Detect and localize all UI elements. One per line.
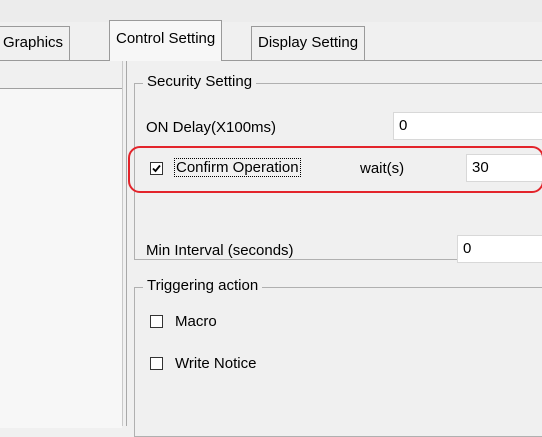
- triggering-action-title: Triggering action: [143, 277, 263, 294]
- tab-control-setting-label: Control Setting: [116, 30, 216, 47]
- write-notice-checkbox[interactable]: [150, 357, 163, 370]
- min-interval-value: 0: [463, 240, 472, 257]
- wait-seconds-value: 30: [472, 159, 489, 176]
- confirm-operation-label[interactable]: Confirm Operation: [174, 158, 301, 177]
- min-interval-label: Min Interval (seconds): [146, 242, 294, 259]
- macro-checkbox[interactable]: [150, 315, 163, 328]
- on-delay-label: ON Delay(X100ms): [146, 119, 277, 136]
- tab-display-setting[interactable]: Display Setting: [251, 26, 366, 60]
- wait-seconds-field[interactable]: 30: [466, 154, 542, 182]
- tab-graphics[interactable]: Graphics: [0, 26, 71, 60]
- tab-baseline: [0, 60, 542, 61]
- check-mark-icon: [152, 164, 161, 173]
- security-setting-title: Security Setting: [143, 73, 257, 90]
- confirm-operation-checkbox[interactable]: [150, 162, 163, 175]
- confirm-operation-text: Confirm Operation: [174, 158, 301, 177]
- left-list-panel[interactable]: [0, 88, 122, 428]
- on-delay-value: 0: [399, 117, 408, 134]
- min-interval-field[interactable]: 0: [457, 235, 542, 263]
- wait-seconds-label: wait(s): [360, 160, 405, 177]
- tab-control-setting[interactable]: Control Setting: [109, 20, 223, 61]
- panel-splitter[interactable]: [122, 61, 127, 426]
- tab-graphics-label: Graphics: [3, 34, 64, 51]
- tab-strip-background: [0, 0, 542, 22]
- macro-label[interactable]: Macro: [175, 313, 217, 330]
- tab-display-setting-label: Display Setting: [258, 34, 359, 51]
- on-delay-field[interactable]: 0: [393, 112, 542, 140]
- write-notice-label[interactable]: Write Notice: [175, 355, 256, 372]
